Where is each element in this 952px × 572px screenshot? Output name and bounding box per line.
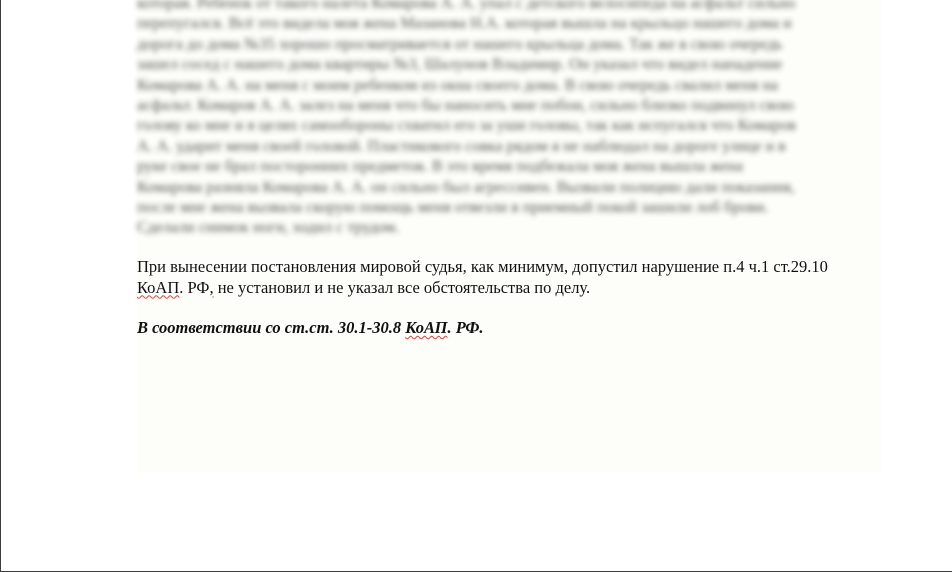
blurred-line: асфальт. Комаров А. А. залез на меня что…	[137, 96, 794, 114]
blurred-line: дорога до дома №35 хорошо просматриваетс…	[137, 35, 783, 53]
paragraph-text: . РФ	[179, 277, 210, 297]
blurred-line: руке свое не брал посторонних предметов.…	[137, 158, 744, 176]
paragraph-line: При вынесении постановления мировой судь…	[137, 257, 828, 276]
blurred-line: Сделали снимок ноги, ходил с трудом.	[137, 219, 400, 237]
blurred-line: Комарова разняла Комарова А. А. он сильн…	[137, 178, 795, 196]
paragraph-reference[interactable]: В соответствии со ст.ст. 30.1-30.8 КоАП.…	[137, 318, 877, 339]
spellcheck-flagged-word[interactable]: КоАП	[405, 318, 447, 337]
paragraph-text: не установил и не указал все обстоятельс…	[213, 277, 591, 297]
blurred-line: Комарова А. А. на меня с моим ребенком и…	[137, 76, 778, 94]
blurred-line: после мне жена вызвала скорую помощь мен…	[137, 198, 769, 216]
document-page: которая. Ребенок от такого налета Комаро…	[0, 0, 952, 572]
blurred-line: перепугался. Всё это видела моя жена Маз…	[137, 15, 792, 33]
paragraph-text: В соответствии со ст.ст. 30.1-30.8	[137, 318, 406, 337]
paragraph-violation[interactable]: При вынесении постановления мировой судь…	[137, 257, 877, 298]
blurred-line: голову ко мне и я целях самообороны схва…	[137, 117, 796, 135]
blurred-paragraph: которая. Ребенок от такого налета Комаро…	[137, 0, 877, 239]
blurred-line: А. А. ударит меня своей головой. Пластик…	[137, 137, 786, 155]
spellcheck-flagged-word[interactable]: КоАП	[137, 278, 179, 297]
blurred-line: зашел сосед с нашего дома квартиры №3, Ш…	[137, 56, 783, 74]
paragraph-text: . РФ.	[447, 318, 484, 337]
blurred-line: которая. Ребенок от такого налета Комаро…	[137, 0, 796, 12]
